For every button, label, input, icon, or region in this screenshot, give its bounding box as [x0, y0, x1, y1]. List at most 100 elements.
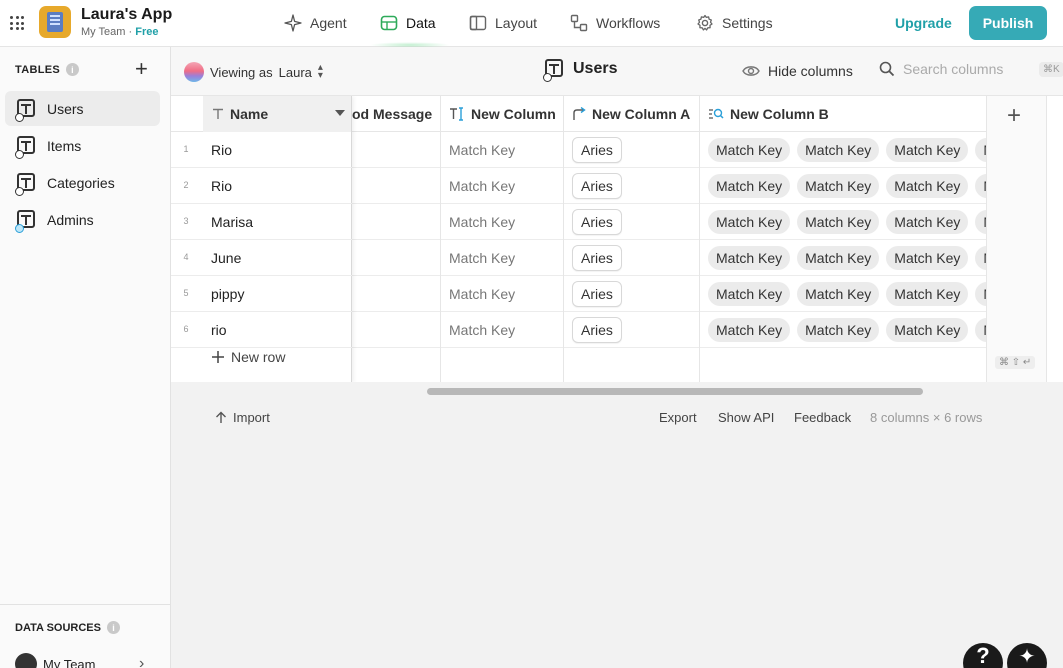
show-api-link[interactable]: Show API — [718, 410, 774, 425]
column-new-column: New Column Match Key Match Key Match Key… — [441, 96, 564, 382]
table-cell[interactable] — [352, 276, 440, 312]
caret-down-icon[interactable] — [335, 110, 345, 116]
table-cell[interactable] — [352, 312, 440, 348]
relation-chip[interactable]: Aries — [572, 136, 622, 163]
hide-columns-button[interactable]: Hide columns — [742, 63, 853, 79]
table-cell[interactable] — [352, 240, 440, 276]
column-header[interactable]: New Column B — [700, 96, 986, 132]
sidebar-item-items[interactable]: Items — [5, 128, 160, 163]
app-switcher-icon[interactable] — [10, 16, 24, 30]
table-cell[interactable]: Match Key — [441, 312, 563, 348]
table-row[interactable]: 3 Marisa — [171, 204, 352, 240]
relation-chip[interactable]: Aries — [572, 316, 622, 343]
chevron-right-icon[interactable]: › — [139, 655, 144, 668]
app-logo[interactable] — [39, 6, 71, 38]
viewing-as-selector[interactable]: Viewing as Laura ▴ ▾ — [184, 62, 323, 82]
publish-button[interactable]: Publish — [969, 6, 1047, 40]
sidebar-item-label: Users — [47, 100, 84, 117]
data-source-label: My Team — [43, 656, 96, 668]
table-row[interactable]: 5 pippy — [171, 276, 352, 312]
table-cell[interactable]: Aries — [564, 240, 699, 276]
relation-chip[interactable]: Aries — [572, 244, 622, 271]
table-cell[interactable] — [352, 132, 440, 168]
name-cell[interactable]: pippy — [211, 286, 244, 302]
table-cell[interactable]: Match KeyMatch KeyMatch KeyMatch Key — [700, 312, 986, 348]
table-cell[interactable]: Match Key — [441, 132, 563, 168]
layout-icon — [469, 15, 487, 31]
add-table-button[interactable]: + — [135, 58, 148, 80]
table-icon — [15, 172, 37, 196]
tab-workflows[interactable]: Workflows — [570, 14, 660, 32]
column-header-name[interactable]: Name — [203, 96, 351, 132]
info-icon[interactable]: i — [106, 621, 120, 634]
search-input[interactable] — [903, 61, 1031, 77]
table-cell[interactable]: Match Key — [441, 240, 563, 276]
table-row[interactable]: 6 rio — [171, 312, 352, 348]
table-cell[interactable]: Match Key — [441, 168, 563, 204]
table-cell[interactable] — [352, 204, 440, 240]
column-header-label: od Message — [352, 105, 433, 122]
relation-chip[interactable]: Aries — [572, 172, 622, 199]
lookup-pill: Match Key — [708, 281, 791, 306]
table-icon — [15, 209, 37, 233]
sparkle-icon — [284, 14, 302, 32]
new-row-button[interactable]: New row — [211, 349, 285, 365]
lookup-pill: Match Key — [797, 317, 880, 342]
app-name[interactable]: Laura's App — [81, 6, 172, 24]
column-header[interactable]: od Message — [352, 96, 440, 132]
table-cell[interactable]: Aries — [564, 204, 699, 240]
table-cell[interactable] — [352, 168, 440, 204]
table-cell[interactable]: Match Key — [441, 204, 563, 240]
tab-data[interactable]: Data — [380, 14, 436, 32]
import-button[interactable]: Import — [215, 410, 270, 425]
table-cell[interactable]: Match KeyMatch KeyMatch KeyMatch Key — [700, 240, 986, 276]
lookup-pill: Match Key — [708, 209, 791, 234]
feedback-link[interactable]: Feedback — [794, 410, 851, 425]
add-column-button[interactable]: + — [1007, 102, 1021, 130]
lookup-pill: Match Key — [708, 173, 791, 198]
column-header[interactable]: New Column A — [564, 96, 699, 132]
table-cell[interactable]: Match KeyMatch KeyMatch KeyMatch Key — [700, 168, 986, 204]
table-row[interactable]: 2 Rio — [171, 168, 352, 204]
table-cell[interactable]: Match KeyMatch KeyMatch KeyMatch Key — [700, 276, 986, 312]
table-row[interactable]: 1 Rio — [171, 132, 352, 168]
lookup-pill: Match Key — [797, 137, 880, 162]
add-column-area: + ⌘ ⇧ ↵ — [987, 96, 1047, 382]
name-cell[interactable]: rio — [211, 322, 227, 338]
name-cell[interactable]: June — [211, 250, 241, 266]
info-icon[interactable]: i — [65, 63, 79, 76]
tab-layout[interactable]: Layout — [469, 14, 537, 32]
table-cell[interactable]: Aries — [564, 168, 699, 204]
name-cell[interactable]: Rio — [211, 142, 232, 158]
table-cell[interactable]: Aries — [564, 132, 699, 168]
sidebar-item-categories[interactable]: Categories — [5, 165, 160, 200]
separator: · — [128, 26, 133, 38]
lookup-pill: Match Key — [886, 209, 969, 234]
column-header-row: Name — [171, 96, 351, 132]
export-link[interactable]: Export — [659, 410, 697, 425]
tab-settings[interactable]: Settings — [696, 14, 773, 32]
name-cell[interactable]: Rio — [211, 178, 232, 194]
table-row[interactable]: 4 June — [171, 240, 352, 276]
lookup-pill: Match Key — [886, 137, 969, 162]
horizontal-scrollbar[interactable] — [427, 388, 923, 395]
name-cell[interactable]: Marisa — [211, 214, 253, 230]
data-sources-heading: DATA SOURCES i — [15, 621, 120, 634]
relation-chip[interactable]: Aries — [572, 208, 622, 235]
team-name: My Team — [81, 26, 126, 38]
lookup-pill: Match Key — [886, 173, 969, 198]
table-cell[interactable]: Aries — [564, 312, 699, 348]
upgrade-link[interactable]: Upgrade — [895, 15, 952, 31]
table-cell[interactable]: Match Key — [441, 276, 563, 312]
sidebar-item-admins[interactable]: Admins — [5, 202, 160, 237]
column-header[interactable]: New Column — [441, 96, 563, 132]
column-header-label: New Column B — [730, 105, 829, 122]
data-source-my-team[interactable]: My Team — [15, 653, 96, 668]
relation-chip[interactable]: Aries — [572, 280, 622, 307]
table-cell[interactable]: Match KeyMatch KeyMatch KeyMatch Key — [700, 204, 986, 240]
table-cell[interactable]: Aries — [564, 276, 699, 312]
sidebar-item-users[interactable]: Users — [5, 91, 160, 126]
column-header-label: New Column A — [592, 105, 691, 122]
tab-agent[interactable]: Agent — [284, 14, 347, 32]
table-cell[interactable]: Match KeyMatch KeyMatch KeyMatch Key — [700, 132, 986, 168]
